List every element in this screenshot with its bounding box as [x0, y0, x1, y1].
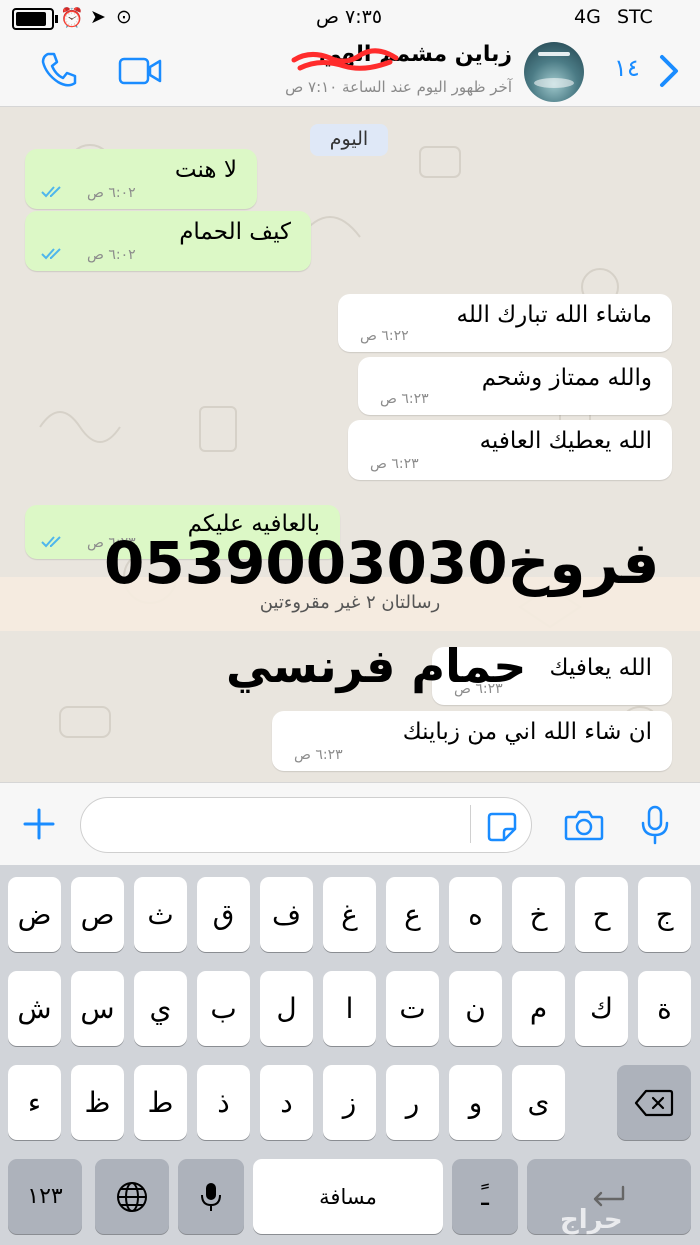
battery-icon	[12, 8, 58, 30]
key[interactable]: ن	[449, 971, 502, 1046]
key[interactable]: ت	[386, 971, 439, 1046]
chat-header: زباين مشمم الهي آخر ظهور اليوم عند الساع…	[0, 36, 700, 107]
read-ticks-icon	[41, 536, 61, 548]
input-divider	[470, 805, 471, 843]
key[interactable]: ظ	[71, 1065, 124, 1140]
key[interactable]: ر	[386, 1065, 439, 1140]
globe-icon	[117, 1181, 147, 1212]
message-bubble-outgoing[interactable]: لا هنت ٦:٠٢ ص	[25, 149, 257, 209]
carrier-name: STC	[617, 6, 653, 28]
plus-icon[interactable]	[22, 807, 56, 841]
chevron-left-icon[interactable]	[658, 54, 680, 88]
rotation-lock-icon: ⊙	[116, 6, 132, 28]
key[interactable]: ي	[134, 971, 187, 1046]
microphone-icon[interactable]	[640, 805, 670, 845]
message-time: ٦:٢٣ ص	[294, 747, 343, 763]
message-time: ٦:٢٣ ص	[380, 391, 429, 407]
key[interactable]: ص	[71, 877, 124, 952]
key[interactable]: ض	[8, 877, 61, 952]
key[interactable]: ك	[575, 971, 628, 1046]
key[interactable]: ش	[8, 971, 61, 1046]
key[interactable]: ى	[512, 1065, 565, 1140]
key[interactable]: و	[449, 1065, 502, 1140]
message-time: ٦:٠٢ ص	[87, 247, 136, 263]
message-time: ٦:٢٣ ص	[370, 456, 419, 472]
chat-area[interactable]: اليوم لا هنت ٦:٠٢ ص كيف الحمام ٦:٠٢ ص ما…	[0, 107, 700, 782]
message-bubble-incoming[interactable]: الله يعطيك العافيه ٦:٢٣ ص	[348, 420, 672, 480]
key[interactable]: ل	[260, 971, 313, 1046]
day-label: اليوم	[329, 128, 369, 150]
key[interactable]: ط	[134, 1065, 187, 1140]
space-key[interactable]: مسافة	[253, 1159, 443, 1234]
message-text: الله يعطيك العافيه	[479, 428, 652, 454]
key[interactable]: ذ	[197, 1065, 250, 1140]
key[interactable]: ق	[197, 877, 250, 952]
message-bubble-outgoing[interactable]: كيف الحمام ٦:٠٢ ص	[25, 211, 311, 271]
key[interactable]: ح	[575, 877, 628, 952]
keyboard: ض ص ث ق ف غ ع ه خ ح ج ش س ي ب ل ا ت ن م …	[0, 865, 700, 1245]
message-text: ان شاء الله اني من زباينك	[402, 719, 652, 745]
alarm-icon: ⏰	[60, 7, 84, 29]
globe-key[interactable]	[95, 1159, 169, 1234]
last-seen: آخر ظهور اليوم عند الساعة ٧:١٠ ص	[285, 78, 512, 96]
microphone-icon	[201, 1182, 221, 1211]
status-bar: ⏰ ➤ ⊙ ٧:٣٥ ص 4G STC	[0, 0, 700, 36]
key[interactable]: غ	[323, 877, 376, 952]
key[interactable]: ز	[323, 1065, 376, 1140]
read-ticks-icon	[41, 248, 61, 260]
key[interactable]: ث	[134, 877, 187, 952]
location-icon: ➤	[90, 6, 106, 28]
diacritics-key[interactable]: ـً	[452, 1159, 518, 1234]
video-call-icon[interactable]	[118, 56, 162, 86]
message-input[interactable]	[80, 797, 532, 853]
numbers-key[interactable]: ١٢٣	[8, 1159, 82, 1234]
backspace-key[interactable]	[617, 1065, 691, 1140]
network-type: 4G	[574, 6, 601, 28]
dictation-key[interactable]	[178, 1159, 244, 1234]
name-scribble	[291, 48, 399, 71]
key[interactable]: ه	[449, 877, 502, 952]
avatar[interactable]	[524, 42, 584, 102]
key[interactable]: ة	[638, 971, 691, 1046]
message-text: ماشاء الله تبارك الله	[456, 302, 652, 328]
key[interactable]: ع	[386, 877, 439, 952]
key[interactable]: س	[71, 971, 124, 1046]
phone-call-icon[interactable]	[38, 50, 78, 90]
overlay-phone-number: 0539003030فروخ	[104, 529, 661, 597]
message-bubble-incoming[interactable]: ماشاء الله تبارك الله ٦:٢٢ ص	[338, 294, 672, 352]
message-bubble-incoming[interactable]: والله ممتاز وشحم ٦:٢٣ ص	[358, 357, 672, 415]
key[interactable]: ف	[260, 877, 313, 952]
message-composer	[0, 782, 700, 866]
overlay-caption: حمام فرنسي	[226, 639, 527, 693]
key[interactable]: ا	[323, 971, 376, 1046]
message-text: الله يعافيك	[549, 655, 652, 681]
message-time: ٦:٠٢ ص	[87, 185, 136, 201]
backspace-icon	[634, 1089, 674, 1116]
read-ticks-icon	[41, 186, 61, 198]
key[interactable]: د	[260, 1065, 313, 1140]
key[interactable]: ب	[197, 971, 250, 1046]
message-text: والله ممتاز وشحم	[481, 365, 652, 391]
message-bubble-incoming[interactable]: ان شاء الله اني من زباينك ٦:٢٣ ص	[272, 711, 672, 771]
unread-count[interactable]: ١٤	[614, 54, 640, 82]
key[interactable]: ء	[8, 1065, 61, 1140]
message-time: ٦:٢٢ ص	[360, 328, 409, 344]
key[interactable]: خ	[512, 877, 565, 952]
camera-icon[interactable]	[564, 809, 604, 841]
watermark: حراج	[560, 1205, 623, 1235]
clock-time: ٧:٣٥ ص	[316, 6, 383, 28]
key[interactable]: ج	[638, 877, 691, 952]
message-text: كيف الحمام	[179, 219, 291, 245]
message-text: لا هنت	[174, 157, 237, 183]
sticker-icon[interactable]	[486, 811, 518, 843]
key[interactable]: م	[512, 971, 565, 1046]
